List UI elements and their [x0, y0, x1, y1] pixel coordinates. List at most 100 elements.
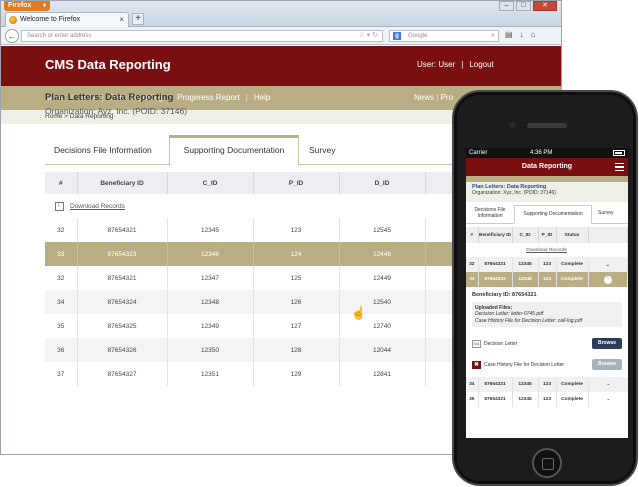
- mobile-records-table-continued: 34 87654321 12345 123 Complete ⌄ 35 8765…: [466, 377, 628, 407]
- new-tab-button[interactable]: +: [132, 13, 144, 25]
- chevron-down-icon[interactable]: ⌄: [588, 377, 628, 392]
- col-header-status[interactable]: Status: [556, 227, 589, 243]
- maximize-button[interactable]: □: [516, 1, 531, 11]
- uploaded-file-1[interactable]: Decision Letter: letter-0745.pdf: [475, 311, 619, 318]
- firefox-favicon-icon: [9, 16, 17, 24]
- col-header-beneficiary-id[interactable]: Beneficiary ID: [478, 227, 513, 243]
- browser-tab[interactable]: Welcome to Firefox ×: [5, 12, 129, 27]
- battery-icon: [613, 150, 625, 156]
- cell-status: Complete: [556, 272, 589, 287]
- user-menu: User: User | Logout: [417, 60, 494, 69]
- cell-p-id: 123: [538, 377, 557, 392]
- bookmark-star-icon[interactable]: ☆ ▾ ↻: [358, 31, 378, 41]
- close-window-button[interactable]: ✕: [533, 1, 557, 11]
- toolbar-icons: ▤ ↓ ⌂: [505, 30, 535, 39]
- menu-item-pro[interactable]: Pro: [441, 93, 453, 102]
- download-icon[interactable]: ↓: [520, 30, 524, 39]
- col-header-number[interactable]: #: [45, 172, 78, 194]
- uploaded-file-2[interactable]: Case History File for Decision Letter: c…: [475, 318, 619, 325]
- cell-d-id: 12449: [339, 266, 426, 290]
- list-item-selected[interactable]: 33 87654323 12346 124 Complete ⌃: [466, 272, 628, 287]
- col-header-c-id[interactable]: C_ID: [167, 172, 254, 194]
- cell-c-id: 12345: [512, 392, 539, 407]
- cell-number: 34: [466, 377, 479, 392]
- home-button[interactable]: [532, 448, 562, 478]
- col-header-beneficiary-id[interactable]: Beneficiary ID: [77, 172, 168, 194]
- browser-nav-bar: ← Search or enter address ☆ ▾ ↻ g Google…: [1, 27, 561, 45]
- mobile-download-row: Download Records: [466, 243, 628, 257]
- cell-p-id: 123: [538, 392, 557, 407]
- case-history-label: Case History File for Decision Letter: [484, 362, 565, 368]
- browser-tab-bar: Firefox Welcome to Firefox × + – □ ✕: [1, 1, 561, 27]
- cell-p-id: 125: [253, 266, 340, 290]
- phone-screen: Carrier 4:36 PM Data Reporting Plan Lett…: [466, 148, 628, 438]
- case-history-upload: ✖ Case History File for Decision Letter: [472, 361, 564, 369]
- home-icon[interactable]: ⌂: [531, 30, 536, 39]
- browse-button-disabled[interactable]: Browse: [592, 359, 622, 370]
- composite-screenshot: Firefox Welcome to Firefox × + – □ ✕ ← S…: [0, 0, 639, 487]
- remove-icon[interactable]: ✖: [472, 361, 481, 369]
- col-header-c-id[interactable]: C_ID: [512, 227, 539, 243]
- separator: |: [461, 60, 464, 69]
- cell-p-id: 129: [253, 362, 340, 386]
- close-tab-icon[interactable]: ×: [119, 13, 124, 27]
- mobile-tab-supporting-documentation[interactable]: Supporting Documentation: [514, 205, 592, 224]
- cell-p-id: 128: [253, 338, 340, 362]
- download-icon[interactable]: [55, 201, 64, 211]
- cell-beneficiary-id: 87654323: [77, 242, 168, 266]
- col-header-number[interactable]: #: [466, 227, 479, 243]
- chevron-down-icon[interactable]: ⌄: [588, 257, 628, 272]
- download-records-link[interactable]: Download Records: [70, 203, 125, 210]
- chevron-up-icon[interactable]: ⌃: [588, 272, 628, 287]
- cell-beneficiary-id: 87654325: [77, 314, 168, 338]
- cell-number: 35: [45, 314, 78, 338]
- back-arrow-icon[interactable]: ←: [5, 29, 19, 43]
- cell-p-id: 124: [253, 242, 340, 266]
- user-label: User: User: [417, 60, 456, 69]
- bookmarks-icon[interactable]: ▤: [505, 30, 513, 39]
- menu-item-progress-report[interactable]: Progeress Report: [177, 93, 240, 102]
- search-icon[interactable]: ⌕: [491, 31, 495, 41]
- cell-c-id: 12350: [167, 338, 254, 362]
- mobile-records-table: # Beneficiary ID C_ID P_ID Status Downlo…: [466, 227, 628, 287]
- cell-beneficiary-id: 87654323: [478, 272, 513, 287]
- mobile-download-link[interactable]: Download Records: [466, 243, 628, 257]
- document-icon: MA: [472, 340, 481, 348]
- google-icon: g: [393, 32, 401, 40]
- tab-supporting-documentation[interactable]: Supporting Documentation: [169, 135, 299, 166]
- mobile-tab-decisions[interactable]: Decisions File Information: [470, 207, 510, 219]
- hamburger-menu-icon[interactable]: [615, 163, 624, 171]
- tab-decisions-file-information[interactable]: Decisions File Information: [54, 143, 152, 165]
- col-header-p-id[interactable]: P_ID: [253, 172, 340, 194]
- list-item[interactable]: 35 87654321 12345 123 Complete ⌄: [466, 392, 628, 407]
- cell-number: 35: [466, 392, 479, 407]
- chevron-down-icon[interactable]: ⌄: [588, 392, 628, 407]
- search-box[interactable]: g Google ⌕: [389, 30, 499, 42]
- cell-beneficiary-id: 87654321: [478, 392, 513, 407]
- col-header-d-id[interactable]: D_ID: [339, 172, 426, 194]
- tab-survey[interactable]: Survey: [309, 143, 335, 165]
- list-item[interactable]: 32 87654321 12345 123 Complete ⌄: [466, 257, 628, 272]
- col-header-p-id[interactable]: P_ID: [538, 227, 557, 243]
- minimize-button[interactable]: –: [499, 1, 514, 11]
- browse-button[interactable]: Browse: [592, 338, 622, 349]
- cell-c-id: 12346: [167, 242, 254, 266]
- col-header-toggle: [588, 227, 628, 243]
- address-bar[interactable]: Search or enter address ☆ ▾ ↻: [21, 30, 383, 42]
- cell-number: 32: [45, 266, 78, 290]
- list-item[interactable]: 34 87654321 12345 123 Complete ⌄: [466, 377, 628, 392]
- cell-beneficiary-id: 87654324: [77, 290, 168, 314]
- cell-beneficiary-id: 87654327: [77, 362, 168, 386]
- status-bar: Carrier 4:36 PM: [466, 148, 628, 158]
- cell-c-id: 12345: [512, 257, 539, 272]
- cell-beneficiary-id: 87654326: [77, 338, 168, 362]
- cell-status: Complete: [556, 257, 589, 272]
- logout-link[interactable]: Logout: [469, 60, 493, 69]
- firefox-menu-button[interactable]: Firefox: [4, 1, 50, 11]
- tab-title: Welcome to Firefox: [20, 16, 81, 23]
- site-brand[interactable]: CMS Data Reporting: [45, 57, 171, 72]
- cell-status: Complete: [556, 377, 589, 392]
- menu-item-news[interactable]: News: [414, 93, 434, 102]
- mobile-tab-survey[interactable]: Survey: [598, 210, 614, 216]
- menu-item-help[interactable]: Help: [254, 93, 270, 102]
